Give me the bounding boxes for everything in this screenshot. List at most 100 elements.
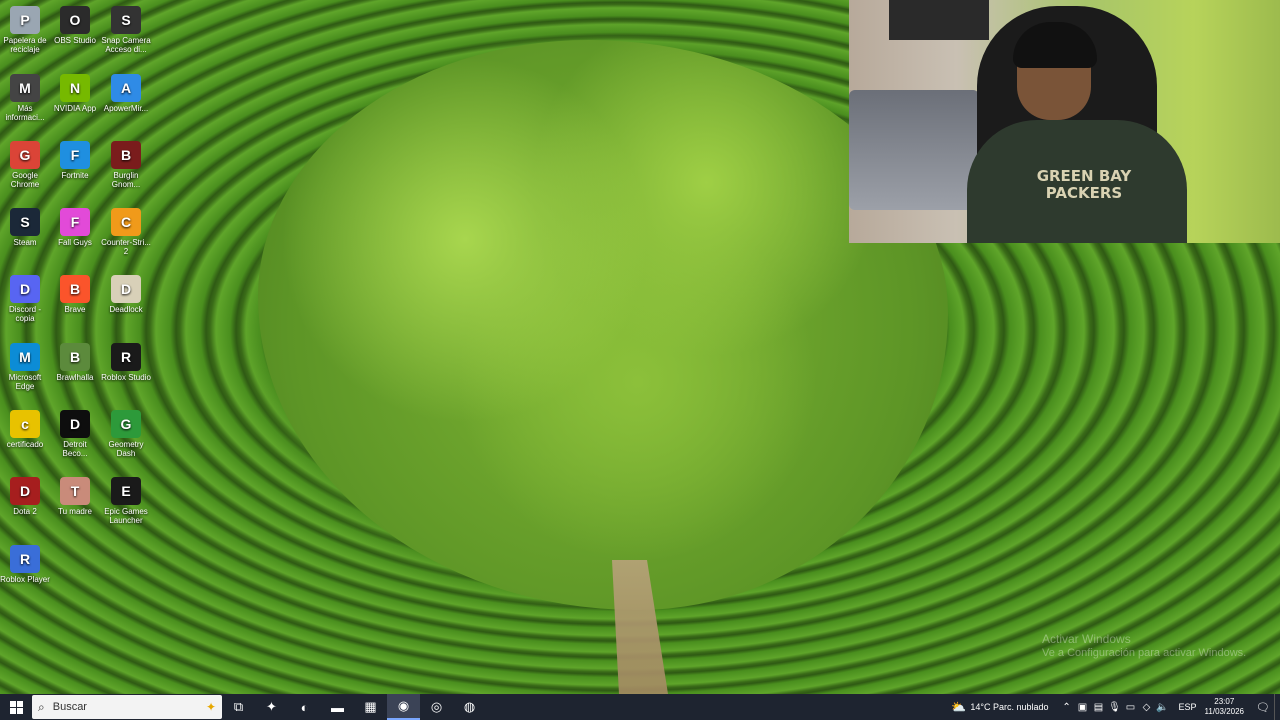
- fall-guys-icon: F: [60, 208, 90, 236]
- desktop-icon-label: Discord - copia: [8, 305, 41, 323]
- obs-icon: O: [60, 6, 90, 34]
- desktop-icon[interactable]: G Geometry Dash: [101, 410, 151, 458]
- chevron-up-icon[interactable]: ⌃: [1059, 702, 1075, 713]
- snap-camera-icon: S: [111, 6, 141, 34]
- detroit-icon: D: [60, 410, 90, 438]
- weather-text: 14°C Parc. nublado: [970, 702, 1049, 712]
- partly-cloudy-icon: ⛅: [951, 700, 967, 714]
- desktop-icon-label: certificado: [6, 440, 44, 449]
- weather-widget[interactable]: ⛅ 14°C Parc. nublado: [951, 700, 1048, 714]
- edge-icon: M: [10, 343, 40, 371]
- activation-watermark: Activar Windows Ve a Configuración para …: [1042, 632, 1246, 660]
- desktop-icon-label: Brawlhalla: [56, 373, 94, 382]
- certificate-file-icon: c: [10, 410, 40, 438]
- desktop-icon[interactable]: B Burglin Gnom...: [101, 141, 151, 189]
- clock-date: 11/03/2026: [1204, 707, 1244, 716]
- microphone-icon[interactable]: 🎙: [1107, 702, 1123, 713]
- webcam-window: [889, 0, 989, 40]
- desktop-icon[interactable]: A ApowerMir...: [101, 74, 151, 113]
- desktop-icon-label: Roblox Player: [0, 575, 50, 584]
- copilot-icon[interactable]: ✦: [255, 694, 288, 720]
- desktop-icon[interactable]: N NVIDIA App: [50, 74, 100, 113]
- info-icon: M: [10, 74, 40, 102]
- desktop-icon-label: Google Chrome: [10, 171, 40, 189]
- desktop-icon-label: Geometry Dash: [108, 440, 144, 458]
- language-indicator[interactable]: ESP: [1179, 702, 1197, 712]
- desktop-icon[interactable]: B Brawlhalla: [50, 343, 100, 382]
- task-view-icon[interactable]: ⧉: [222, 694, 255, 720]
- store-icon[interactable]: ▦: [354, 694, 387, 720]
- desktop-icon[interactable]: c certificado: [0, 410, 50, 449]
- desktop-icon-label: Snap Camera Acceso di...: [101, 36, 151, 54]
- desktop-icon-label: Steam: [13, 238, 37, 247]
- chrome-taskbar-icon[interactable]: ◎: [420, 694, 453, 720]
- dota2-icon: D: [10, 477, 40, 505]
- desktop-icon-label: Deadlock: [109, 305, 143, 314]
- desktop-icon[interactable]: F Fortnite: [50, 141, 100, 180]
- desktop-icon-label: Dota 2: [13, 507, 37, 516]
- nvidia-icon: N: [60, 74, 90, 102]
- search-icon: ⌕: [38, 699, 45, 714]
- tray-app2-icon[interactable]: ▤: [1091, 702, 1107, 713]
- watermark-subtitle: Ve a Configuración para activar Windows.: [1042, 647, 1247, 659]
- desktop-icon[interactable]: B Brave: [50, 275, 100, 314]
- discord-icon: D: [10, 275, 40, 303]
- desktop-icon-label: Counter-Stri... 2: [101, 238, 151, 256]
- desktop-icon[interactable]: S Snap Camera Acceso di...: [101, 6, 151, 54]
- desktop-icon[interactable]: S Steam: [0, 208, 50, 247]
- brawlhalla-icon: B: [60, 343, 90, 371]
- apowermirror-icon: A: [111, 74, 141, 102]
- desktop-icon[interactable]: T Tu madre: [50, 477, 100, 516]
- desktop-icon-label: Detroit Beco...: [62, 440, 88, 458]
- notification-icon[interactable]: 🗨: [1252, 701, 1274, 714]
- desktop-icon-label: Papelera de reciclaje: [3, 36, 47, 54]
- system-tray: ⛅ 14°C Parc. nublado ⌃ ▣ ▤ 🎙 ▭ ◇ 🔈 ESP 2…: [951, 694, 1280, 720]
- geometry-dash-icon: G: [111, 410, 141, 438]
- volume-icon[interactable]: 🔈: [1155, 702, 1171, 713]
- desktop-icon-label: Fortnite: [61, 171, 89, 180]
- desktop-icon[interactable]: F Fall Guys: [50, 208, 100, 247]
- desktop-icon[interactable]: R Roblox Player: [0, 545, 50, 584]
- desktop-icon[interactable]: R Roblox Studio: [101, 343, 151, 382]
- webcam-overlay: GREEN BAY PACKERS: [849, 0, 1280, 243]
- watermark-title: Activar Windows: [1042, 632, 1131, 646]
- battery-icon[interactable]: ▭: [1123, 702, 1139, 713]
- show-desktop-button[interactable]: [1274, 694, 1280, 720]
- desktop-icon-label: Tu madre: [58, 507, 92, 516]
- steam-icon: S: [10, 208, 40, 236]
- start-button[interactable]: [0, 694, 32, 720]
- desktop-icon[interactable]: D Dota 2: [0, 477, 50, 516]
- desktop-icon-label: OBS Studio: [54, 36, 96, 45]
- roblox-studio-icon: R: [111, 343, 141, 371]
- desktop-icon[interactable]: D Detroit Beco...: [50, 410, 100, 458]
- desktop-icon[interactable]: E Epic Games Launcher: [101, 477, 151, 525]
- webcam-bed: [849, 90, 979, 210]
- fortnite-icon: F: [60, 141, 90, 169]
- desktop-icon[interactable]: D Deadlock: [101, 275, 151, 314]
- taskbar-apps: ⧉ ✦ ◐ ▬ ▦ ◉ ◎ ◍: [222, 694, 486, 720]
- desktop-icon[interactable]: M Más informaci...: [0, 74, 50, 122]
- desktop-icon-label: NVIDIA App: [53, 104, 97, 113]
- desktop-icon-label: Fall Guys: [58, 238, 92, 247]
- desktop-icon[interactable]: P Papelera de reciclaje: [0, 6, 50, 54]
- tray-app-icon[interactable]: ▣: [1075, 702, 1091, 713]
- discord-taskbar-icon[interactable]: ◉: [387, 694, 420, 720]
- chrome-icon: G: [10, 141, 40, 169]
- taskbar-search[interactable]: ⌕ Buscar ✦: [32, 695, 222, 719]
- desktop-icon-label: Roblox Studio: [101, 373, 151, 382]
- desktop-icon[interactable]: C Counter-Stri... 2: [101, 208, 151, 256]
- roblox-player-icon: R: [10, 545, 40, 573]
- shirt-text: GREEN BAY PACKERS: [1036, 167, 1132, 202]
- desktop-icon[interactable]: D Discord - copia: [0, 275, 50, 323]
- search-placeholder: Buscar: [52, 701, 87, 713]
- desktop-icon[interactable]: G Google Chrome: [0, 141, 50, 189]
- epic-games-icon: E: [111, 477, 141, 505]
- edge-taskbar-icon[interactable]: ◐: [288, 694, 321, 720]
- desktop-icon[interactable]: O OBS Studio: [50, 6, 100, 45]
- network-icon[interactable]: ◇: [1139, 702, 1155, 713]
- obs-taskbar-icon[interactable]: ◍: [453, 694, 486, 720]
- desktop-icon[interactable]: M Microsoft Edge: [0, 343, 50, 391]
- clock[interactable]: 23:07 11/03/2026: [1205, 697, 1244, 717]
- image-file-icon: T: [60, 477, 90, 505]
- file-explorer-icon[interactable]: ▬: [321, 694, 354, 720]
